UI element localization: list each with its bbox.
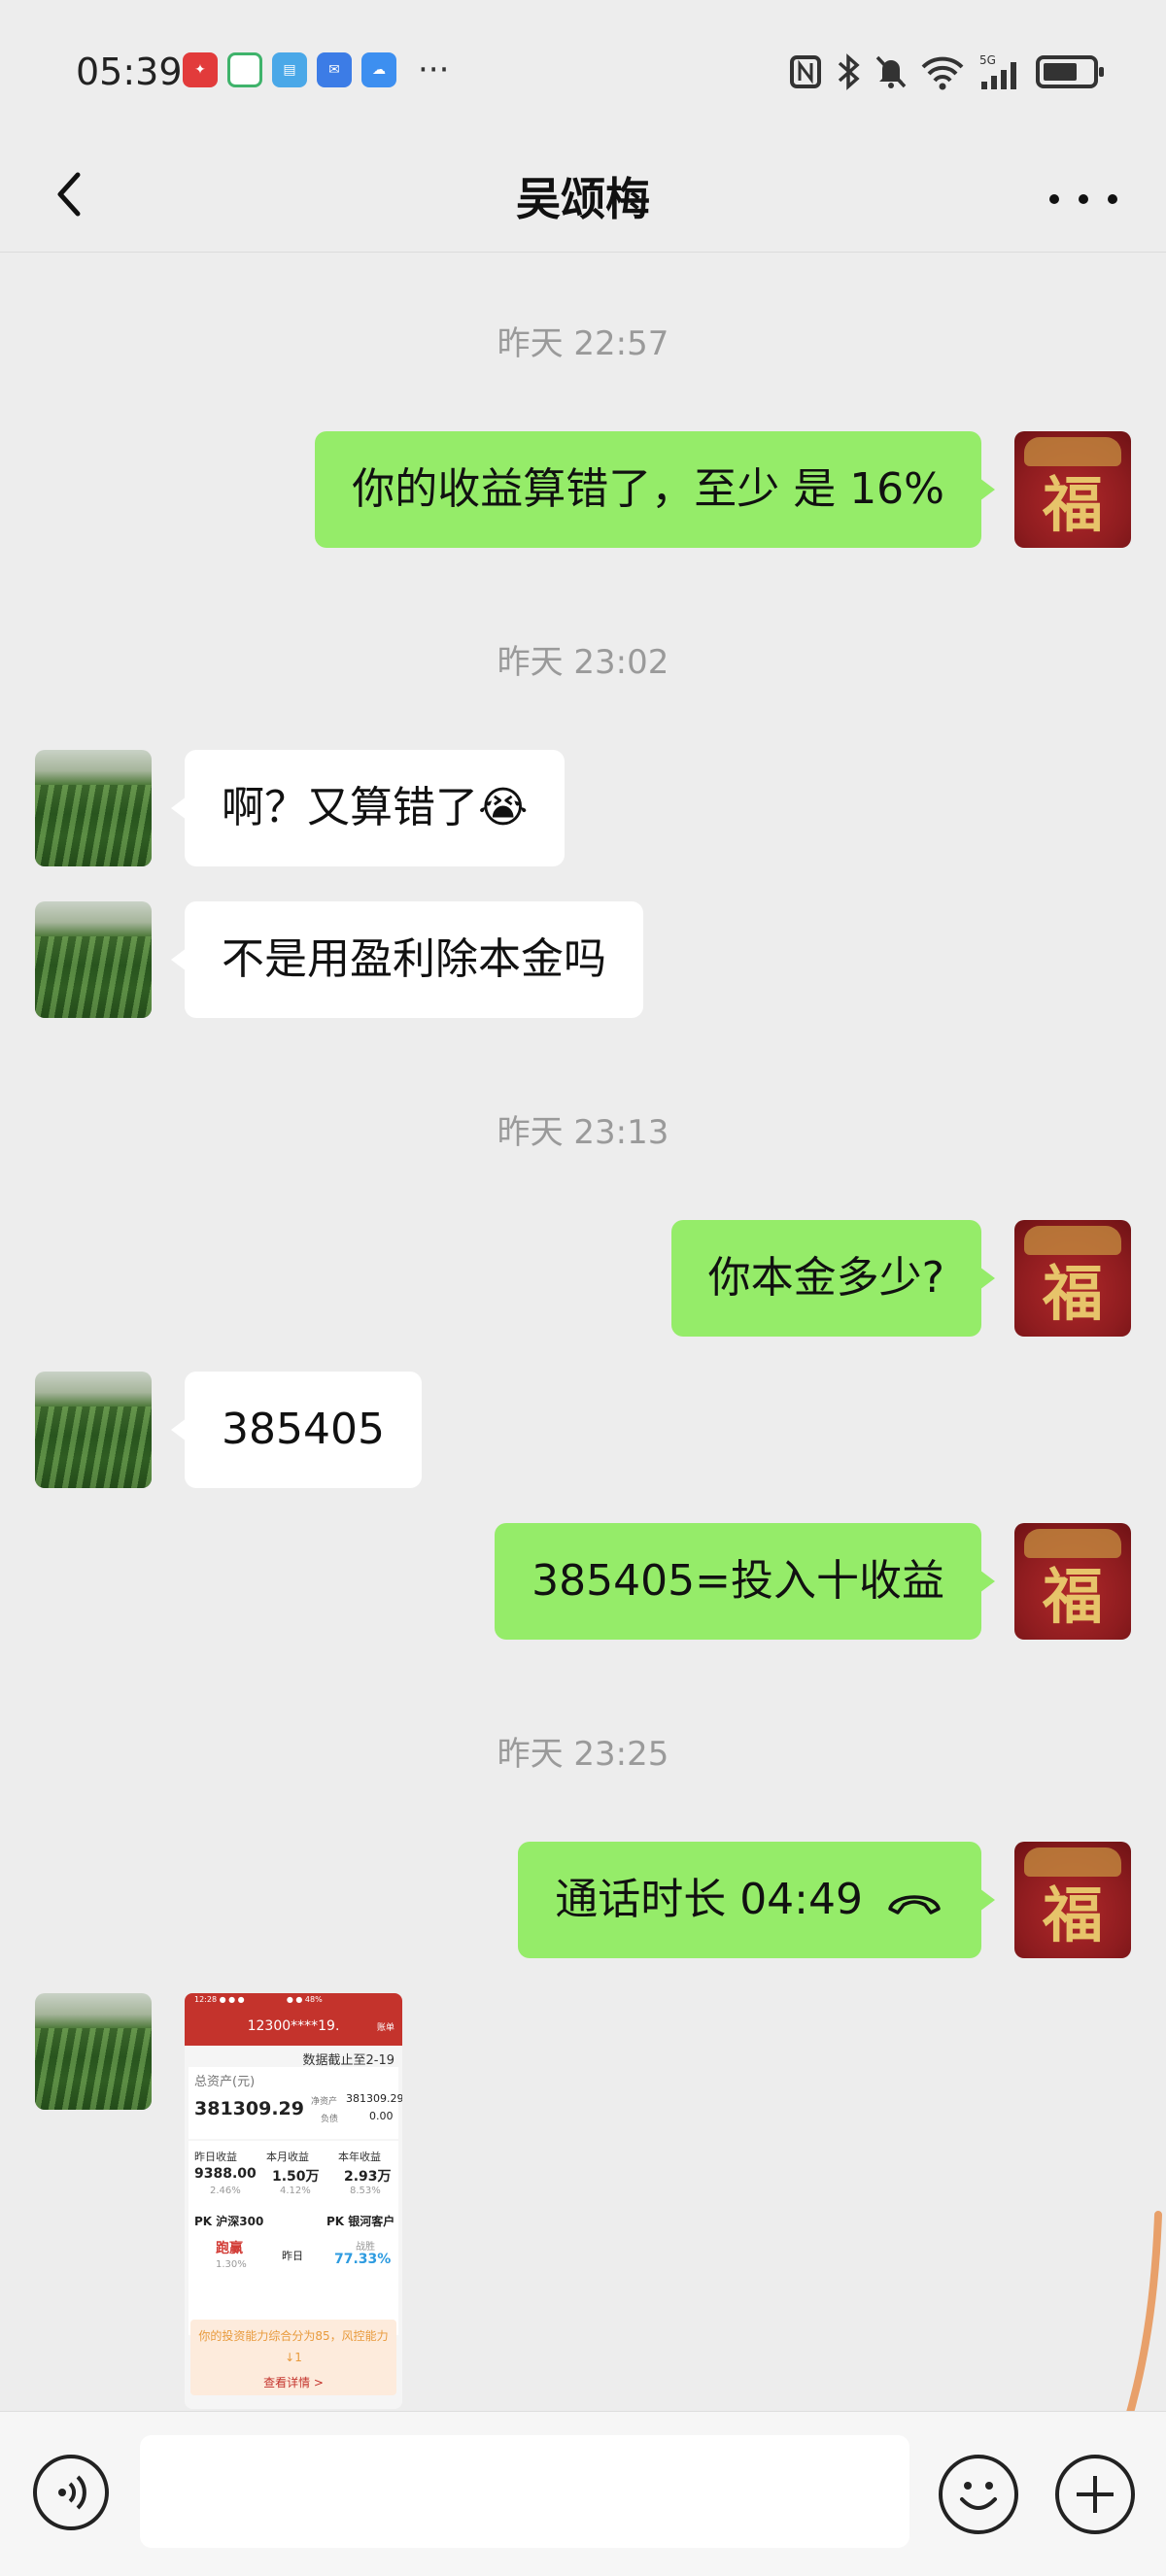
thumb-bill-link: 账单 [376, 2023, 394, 2033]
contact-avatar[interactable] [35, 1993, 152, 2110]
nfc-icon [790, 55, 821, 88]
thumb-ability-banner: 你的投资能力综合分为85，风控能力↓1 查看详情 > [190, 2320, 396, 2395]
cloud-app-icon: ☁ [361, 52, 396, 87]
notification-icons: ✦ ▤ ✉ ☁ ··· [183, 52, 449, 87]
input-toolbar [0, 2411, 1166, 2576]
timestamp: 昨天 23:02 [497, 643, 669, 682]
received-image-thumbnail[interactable]: 12:28 ● ● ● ● ● 48% 12300****19. 账单 数据截止… [185, 1993, 402, 2409]
phone-handset-icon [888, 1895, 941, 1915]
my-avatar[interactable]: 福 [1014, 431, 1131, 548]
my-avatar[interactable]: 福 [1014, 1523, 1131, 1640]
green-app-icon [227, 52, 262, 87]
thumb-date: 数据截止至2-19 [302, 2053, 394, 2068]
thumb-account: 12300****19. [247, 2018, 340, 2034]
sent-message-bubble[interactable]: 385405=投入十收益 [495, 1523, 995, 1640]
more-notifications-icon: ··· [418, 51, 450, 89]
more-options-icon[interactable] [1049, 175, 1117, 223]
message-input[interactable] [140, 2435, 909, 2548]
red-app-icon: ✦ [183, 52, 218, 87]
plus-icon [1077, 2476, 1114, 2513]
book-app-icon: ▤ [272, 52, 307, 87]
emoji-button[interactable] [939, 2455, 1018, 2534]
received-message-bubble[interactable]: 啊？又算错了😭 [170, 750, 566, 866]
call-duration-text: 通话时长 04:49 [555, 1875, 863, 1924]
mute-bell-icon [875, 55, 907, 88]
smiley-icon [960, 2482, 997, 2510]
call-record-bubble[interactable]: 通话时长 04:49 [518, 1842, 995, 1958]
timestamp: 昨天 23:13 [497, 1113, 669, 1152]
received-message-bubble[interactable]: 不是用盈利除本金吗 [171, 901, 643, 1018]
contact-avatar[interactable] [35, 750, 152, 866]
contact-avatar[interactable] [35, 1372, 152, 1488]
thumb-status-bar: 12:28 ● ● ● ● ● 48% [194, 1995, 323, 2004]
voice-input-button[interactable] [33, 2455, 109, 2530]
chat-header: 吴颂梅 [0, 146, 1166, 253]
thumb-total-card: 总资产(元) 381309.29 净资产 381309.29 负债 0.00 [189, 2067, 402, 2139]
timestamp: 昨天 23:25 [497, 1735, 669, 1774]
status-time: 05:39 [76, 51, 183, 93]
system-icons: 5G [789, 52, 1104, 91]
svg-text:5G: 5G [979, 53, 996, 67]
sent-message-bubble[interactable]: 你本金多少? [670, 1220, 996, 1337]
more-functions-button[interactable] [1055, 2455, 1135, 2534]
thumb-stats-card: 昨日收益 9388.00 2.46% 本月收益 1.50万 4.12% 本年收益… [189, 2141, 398, 2335]
battery-icon [1036, 55, 1104, 88]
voice-icon [58, 2475, 86, 2510]
my-avatar[interactable]: 福 [1014, 1220, 1131, 1337]
contact-avatar[interactable] [35, 901, 152, 1018]
sent-message-bubble[interactable]: 你的收益算错了，至少 是 16% [315, 431, 995, 548]
bluetooth-icon [838, 53, 860, 90]
mail-app-icon: ✉ [317, 52, 352, 87]
timestamp: 昨天 22:57 [497, 324, 669, 363]
my-avatar[interactable]: 福 [1014, 1842, 1131, 1958]
back-arrow-icon[interactable] [45, 159, 103, 227]
signal-icon: 5G [979, 53, 1016, 89]
received-message-bubble[interactable]: 385405 [171, 1372, 422, 1488]
status-bar: 05:39 ✦ ▤ ✉ ☁ ··· 5G [0, 0, 1166, 146]
chat-title: 吴颂梅 [516, 173, 650, 225]
wifi-icon [921, 56, 964, 90]
